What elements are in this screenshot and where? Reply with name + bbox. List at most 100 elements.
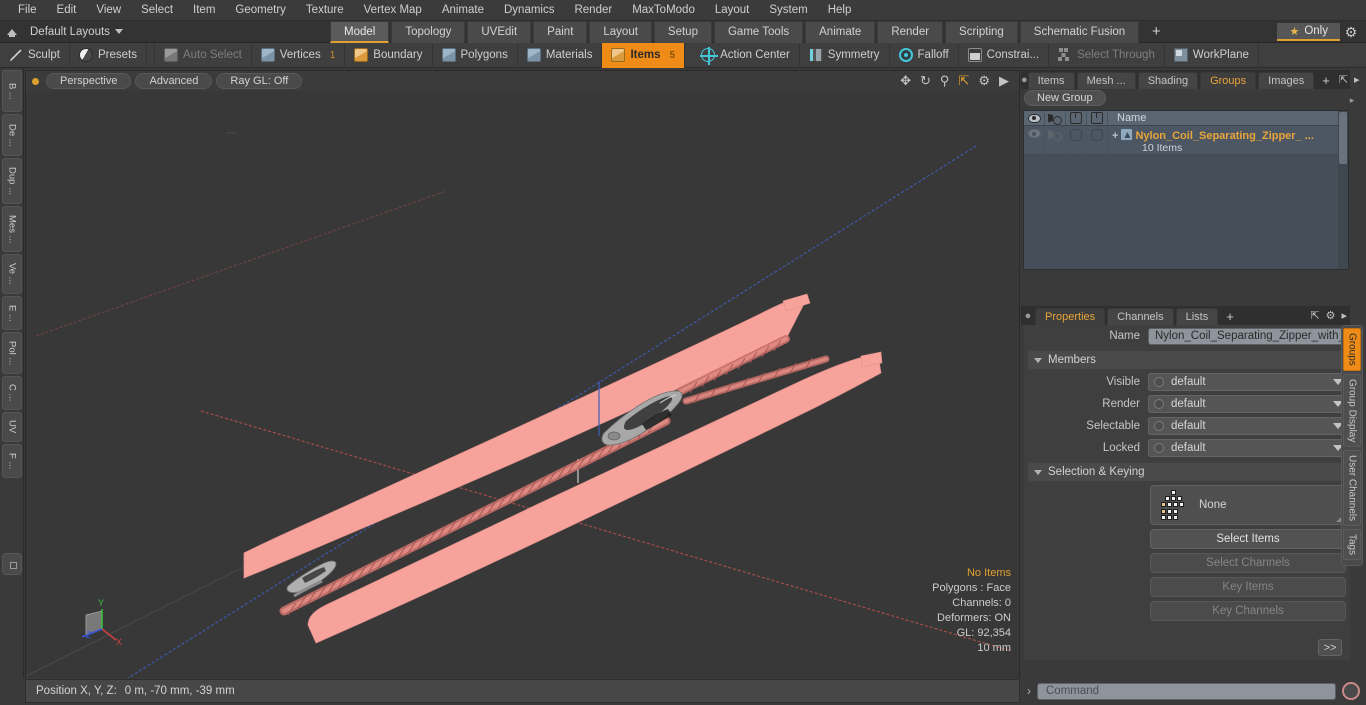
- mode-button-sculpt[interactable]: Sculpt: [0, 42, 70, 68]
- property-dropdown-visible[interactable]: default: [1148, 373, 1350, 391]
- row-cube-icon-1[interactable]: [1066, 126, 1087, 154]
- row-expander-and-title[interactable]: + Nylon_Coil_Separating_Zipper_ ...: [1112, 128, 1348, 142]
- chevron-down-icon[interactable]: [114, 29, 123, 34]
- menu-item-edit[interactable]: Edit: [47, 0, 87, 21]
- layout-tab-paint[interactable]: Paint: [533, 21, 588, 43]
- tab-channels[interactable]: Channels: [1107, 308, 1174, 325]
- row-visibility-eye-icon[interactable]: [1024, 126, 1045, 154]
- left-tool-tab-5[interactable]: E ...: [2, 296, 22, 330]
- menu-item-dynamics[interactable]: Dynamics: [494, 0, 564, 21]
- property-toggle-dot-icon[interactable]: [1154, 421, 1164, 431]
- mode-button-boundary[interactable]: Boundary: [345, 42, 433, 68]
- disclosure-triangle-icon[interactable]: [1034, 469, 1042, 475]
- new-group-button[interactable]: New Group: [1024, 90, 1106, 106]
- layout-tab-render[interactable]: Render: [877, 21, 944, 43]
- record-circle-icon[interactable]: [1342, 682, 1360, 700]
- menu-item-system[interactable]: System: [759, 0, 817, 21]
- panel-menu-dot-icon[interactable]: ●: [1021, 307, 1035, 325]
- menu-item-maxtomodo[interactable]: MaxToModo: [622, 0, 705, 21]
- menu-item-layout[interactable]: Layout: [705, 0, 760, 21]
- layout-tab-game-tools[interactable]: Game Tools: [713, 21, 804, 43]
- layout-tab-layout[interactable]: Layout: [589, 21, 652, 43]
- add-layout-tab-button[interactable]: +: [1141, 21, 1171, 43]
- home-arrow-icon[interactable]: [0, 22, 24, 42]
- viewport[interactable]: Perspective Advanced Ray GL: Off ✥ ↻ ⚲ ⇱…: [25, 70, 1020, 678]
- layout-tab-setup[interactable]: Setup: [653, 21, 712, 43]
- mode-button-symmetry[interactable]: Symmetry: [800, 42, 890, 68]
- right-tab-user-channels[interactable]: User Channels: [1343, 450, 1361, 527]
- left-tool-tab-9[interactable]: F ...: [2, 444, 22, 478]
- mode-button-materials[interactable]: Materials: [518, 42, 603, 68]
- mode-button-workplane[interactable]: WorkPlane: [1165, 42, 1259, 68]
- pan-icon[interactable]: ✥: [900, 73, 911, 89]
- tab-mesh[interactable]: Mesh ...: [1076, 72, 1136, 89]
- right-tab-tags[interactable]: Tags: [1343, 529, 1361, 561]
- menu-item-view[interactable]: View: [86, 0, 131, 21]
- viewport-projection-button[interactable]: Perspective: [46, 73, 132, 89]
- gear-icon[interactable]: ⚙: [1323, 308, 1339, 325]
- viewport-shading-button[interactable]: Advanced: [135, 73, 213, 89]
- left-tool-tab-7[interactable]: C ...: [2, 376, 22, 410]
- rotate-icon[interactable]: ↻: [920, 73, 931, 89]
- play-arrow-icon[interactable]: ▶: [999, 73, 1009, 89]
- left-tool-tab-8[interactable]: UV: [2, 412, 22, 442]
- property-dropdown-locked[interactable]: default: [1148, 439, 1350, 457]
- mode-button-auto-select[interactable]: Auto Select: [153, 42, 252, 68]
- members-section-header[interactable]: Members: [1028, 351, 1346, 369]
- panel-menu-dot-icon[interactable]: ●: [1021, 71, 1028, 89]
- button-select-items[interactable]: Select Items: [1150, 529, 1346, 549]
- mode-button-select-through[interactable]: Select Through: [1049, 42, 1165, 68]
- property-toggle-dot-icon[interactable]: [1154, 443, 1164, 453]
- property-dropdown-selectable[interactable]: default: [1148, 417, 1350, 435]
- name-field[interactable]: Nylon_Coil_Separating_Zipper_with_S: [1148, 327, 1350, 345]
- tab-lists[interactable]: Lists: [1175, 308, 1219, 325]
- menu-item-select[interactable]: Select: [131, 0, 183, 21]
- viewport-raygl-button[interactable]: Ray GL: Off: [216, 73, 303, 89]
- layout-tab-topology[interactable]: Topology: [391, 21, 466, 43]
- property-toggle-dot-icon[interactable]: [1154, 399, 1164, 409]
- default-layouts-label[interactable]: Default Layouts: [30, 26, 110, 38]
- disclosure-triangle-icon[interactable]: [1034, 357, 1042, 363]
- viewport-canvas[interactable]: Y X Z No Items Polygons : Face Channels:…: [26, 91, 1019, 678]
- left-tool-tab-4[interactable]: Ve ...: [2, 254, 22, 294]
- layout-tab-animate[interactable]: Animate: [805, 21, 876, 43]
- menu-item-render[interactable]: Render: [564, 0, 622, 21]
- menu-item-item[interactable]: Item: [183, 0, 225, 21]
- layout-tab-scripting[interactable]: Scripting: [945, 21, 1018, 43]
- tab-groups[interactable]: Groups: [1200, 72, 1257, 89]
- layout-tab-uvedit[interactable]: UVEdit: [467, 21, 532, 43]
- fit-view-icon[interactable]: ⇱: [958, 73, 969, 89]
- selection-keying-section-header[interactable]: Selection & Keying: [1028, 463, 1346, 481]
- tab-images[interactable]: Images: [1258, 72, 1315, 89]
- right-tab-groups[interactable]: Groups: [1343, 328, 1361, 371]
- mode-button-action-center[interactable]: Action Center: [692, 42, 800, 68]
- mode-button-vertices[interactable]: Vertices 1: [252, 42, 346, 68]
- col-render-icon[interactable]: [1045, 111, 1066, 125]
- left-rail-extra-button[interactable]: [2, 553, 22, 575]
- mode-button-items[interactable]: Items 5: [602, 42, 686, 68]
- group-list[interactable]: Name + Nylon_Coil_Separating_Zipper_ ... …: [1023, 110, 1349, 270]
- mode-button-falloff[interactable]: Falloff: [890, 42, 959, 68]
- mode-button-presets[interactable]: Presets: [70, 42, 147, 68]
- layout-tab-model[interactable]: Model: [330, 21, 390, 43]
- menu-item-vertex-map[interactable]: Vertex Map: [354, 0, 432, 21]
- left-tool-tab-0[interactable]: B ...: [2, 70, 22, 112]
- mode-button-constrai[interactable]: Constrai...: [959, 42, 1050, 68]
- row-render-icon[interactable]: [1045, 126, 1066, 154]
- menu-item-help[interactable]: Help: [818, 0, 862, 21]
- left-tool-tab-3[interactable]: Mes ...: [2, 206, 22, 252]
- row-cube-icon-2[interactable]: [1087, 126, 1108, 154]
- maximize-panel-icon[interactable]: ⇱: [1336, 72, 1351, 89]
- menu-item-geometry[interactable]: Geometry: [225, 0, 296, 21]
- expand-more-button[interactable]: >>: [1318, 639, 1342, 656]
- menu-item-file[interactable]: File: [8, 0, 47, 21]
- col-cube-icon-2[interactable]: [1087, 111, 1108, 125]
- right-rail-arrow-icon[interactable]: ▸: [1343, 95, 1361, 107]
- property-toggle-dot-icon[interactable]: [1154, 377, 1164, 387]
- col-visibility-eye-icon[interactable]: [1024, 111, 1045, 125]
- menu-item-texture[interactable]: Texture: [296, 0, 354, 21]
- expander-plus-icon[interactable]: +: [1112, 130, 1118, 142]
- zoom-magnifier-icon[interactable]: ⚲: [940, 73, 950, 89]
- menu-item-animate[interactable]: Animate: [432, 0, 494, 21]
- left-tool-tab-1[interactable]: De ...: [2, 114, 22, 156]
